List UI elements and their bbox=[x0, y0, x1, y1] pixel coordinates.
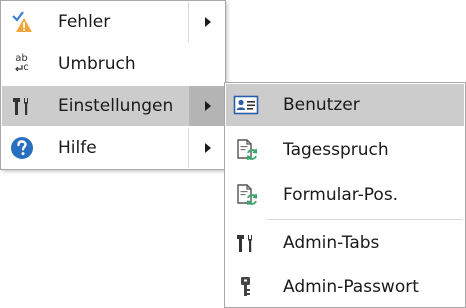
tools-icon bbox=[226, 222, 266, 264]
help-icon bbox=[2, 128, 42, 168]
menu-item-admin-tabs[interactable]: Admin-Tabs bbox=[226, 222, 464, 264]
error-check-icon bbox=[2, 2, 42, 42]
menu-item-admin-passwort[interactable]: Admin-Passwort bbox=[226, 266, 464, 308]
menu-item-fehler[interactable]: Fehler bbox=[2, 2, 224, 42]
menu-item-label: Admin-Passwort bbox=[283, 277, 419, 297]
menu-item-label: Tagesspruch bbox=[283, 140, 389, 160]
menu-item-formular-pos[interactable]: Formular-Pos. bbox=[226, 174, 464, 216]
menu-item-label: Fehler bbox=[58, 12, 111, 32]
abc-icon-bottom: c bbox=[23, 62, 29, 74]
separator bbox=[188, 2, 189, 42]
tools-icon bbox=[2, 86, 42, 126]
chevron-right-icon bbox=[205, 101, 211, 111]
menu-item-label: Einstellungen bbox=[58, 96, 174, 116]
separator bbox=[188, 128, 189, 168]
context-menu: Fehler ab c Umbruch Einstellungen Hilfe bbox=[0, 0, 226, 170]
menu-item-tagesspruch[interactable]: Tagesspruch bbox=[226, 129, 464, 171]
document-refresh-icon bbox=[226, 129, 266, 171]
menu-item-einstellungen[interactable]: Einstellungen bbox=[2, 86, 224, 126]
document-refresh-icon bbox=[226, 174, 266, 216]
menu-item-label: Admin-Tabs bbox=[283, 233, 380, 253]
menu-item-benutzer[interactable]: Benutzer bbox=[226, 84, 464, 126]
key-icon bbox=[226, 266, 266, 308]
chevron-right-icon bbox=[205, 143, 211, 153]
menu-item-umbruch[interactable]: ab c Umbruch bbox=[2, 44, 224, 84]
chevron-right-icon bbox=[205, 17, 211, 27]
user-card-icon bbox=[226, 84, 266, 126]
submenu-einstellungen: Benutzer Tagesspruch Formular-Pos. Admin… bbox=[224, 82, 466, 308]
menu-item-hilfe[interactable]: Hilfe bbox=[2, 128, 224, 168]
menu-item-label: Benutzer bbox=[283, 95, 360, 115]
menu-separator bbox=[267, 219, 463, 220]
menu-item-label: Umbruch bbox=[58, 54, 136, 74]
menu-item-label: Formular-Pos. bbox=[283, 185, 399, 205]
abc-wrap-icon: ab c bbox=[2, 44, 42, 84]
menu-item-label: Hilfe bbox=[58, 138, 97, 158]
